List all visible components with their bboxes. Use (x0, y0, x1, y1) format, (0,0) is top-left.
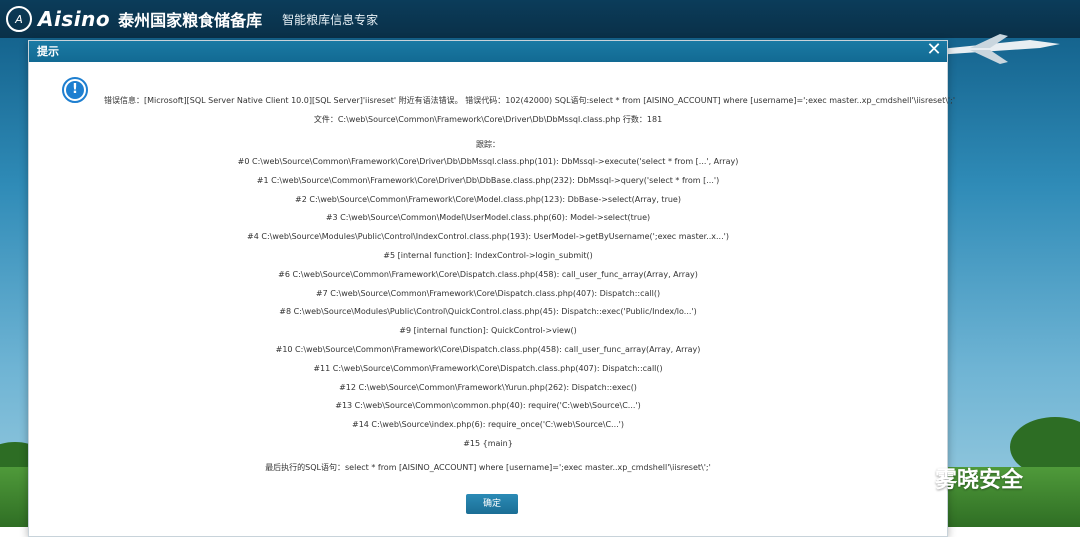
close-icon[interactable]: ✕ (923, 39, 945, 61)
trace-line: #0 C:\web\Source\Common\Framework\Core\D… (237, 157, 739, 166)
trace-line: #9 [internal function]: QuickControl->vi… (399, 326, 577, 336)
trace-line: #10 C:\web\Source\Common\Framework\Core\… (275, 345, 701, 354)
watermark-text: 雾晓安全 (935, 468, 1024, 493)
trace-line: #1 C:\web\Source\Common\Framework\Core\D… (256, 175, 720, 185)
trace-line: #13 C:\web\Source\Common\common.php(40):… (335, 401, 641, 411)
organization-name: 泰州国家粮食储备库 (118, 11, 263, 30)
trace-line: #6 C:\web\Source\Common\Framework\Core\D… (278, 269, 698, 279)
dialog-titlebar: 提示 ✕ (29, 39, 947, 62)
trace-line: #15 {main} (463, 439, 513, 448)
alert-dialog: 提示 ✕ ! 错误信息：[Microsoft][SQL Server Nativ… (28, 39, 955, 537)
trace-line: #2 C:\web\Source\Common\Framework\Core\M… (295, 194, 681, 204)
trace-line: #11 C:\web\Source\Common\Framework\Core\… (313, 363, 663, 373)
error-message: 错误信息：[Microsoft][SQL Server Native Clien… (104, 96, 956, 105)
info-icon: ! (62, 77, 88, 103)
error-file: 文件：C:\web\Source\Common\Framework\Core\D… (313, 115, 663, 124)
wechat-icon (893, 466, 928, 490)
last-sql: 最后执行的SQL语句：select * from [AISINO_ACCOUNT… (265, 463, 711, 472)
trace-line: #5 [internal function]: IndexControl->lo… (383, 251, 593, 260)
trace-line: #3 C:\web\Source\Common\Model\UserModel.… (325, 213, 651, 223)
ok-button[interactable]: 确定 (466, 494, 518, 514)
dialog-title: 提示 (37, 45, 59, 58)
header-slogan: 智能粮库信息专家 (282, 12, 379, 27)
trace-line: #4 C:\web\Source\Modules\Public\Control\… (247, 232, 729, 242)
aisino-logo-icon: A (6, 6, 32, 32)
trace-label: 跟踪： (476, 140, 500, 149)
app-logo: A Aisino 泰州国家粮食储备库 智能粮库信息专家 (6, 4, 378, 34)
wechat-watermark: 雾晓安全 (893, 462, 1023, 494)
trace-line: #12 C:\web\Source\Common\Framework\Yurun… (339, 382, 637, 392)
trace-line: #7 C:\web\Source\Common\Framework\Core\D… (315, 288, 661, 298)
trace-line: #14 C:\web\Source\index.php(6): require_… (351, 420, 624, 430)
brand-name: Aisino (38, 7, 111, 31)
app-header: A Aisino 泰州国家粮食储备库 智能粮库信息专家 (0, 0, 1080, 38)
trace-line: #8 C:\web\Source\Modules\Public\Control\… (279, 307, 697, 317)
